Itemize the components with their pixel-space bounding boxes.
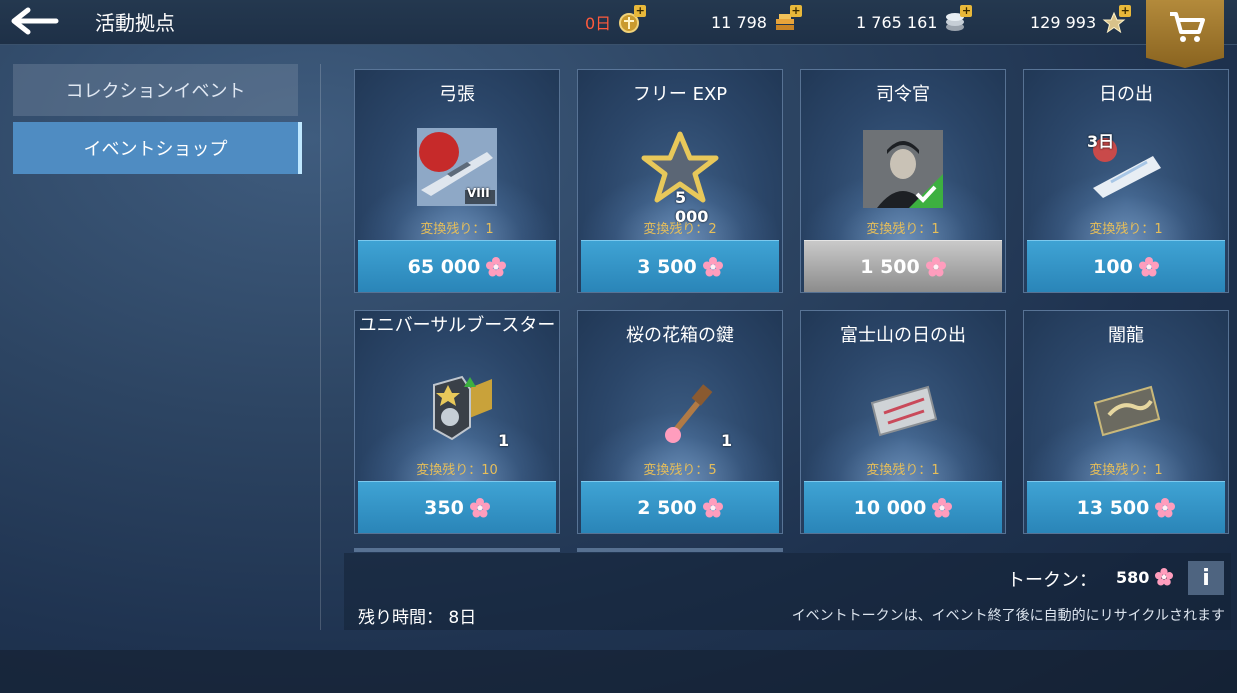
shop-card[interactable]: フリー EXP 5 000 変換残り：2 3 500 — [577, 69, 783, 293]
shop-card[interactable]: 日の出 3日 変換残り：1 100 — [1023, 69, 1229, 293]
price-value: 10 000 — [853, 496, 927, 519]
sakura-token-icon — [469, 497, 490, 517]
card-remaining: 変換残り：5 — [643, 463, 717, 478]
price-value: 13 500 — [1076, 496, 1150, 519]
price-value: 100 — [1093, 255, 1133, 278]
camouflage-icon — [858, 369, 948, 449]
card-remaining: 変換残り：1 — [1089, 222, 1163, 237]
bottom-info-panel: トークン： 580 i 残り時間： 8日 イベントトークンは、イベント終了後に自… — [344, 553, 1231, 630]
page-title: 活動拠点 — [95, 11, 175, 35]
dragon-camo-icon — [1081, 369, 1171, 449]
back-arrow-icon[interactable] — [8, 6, 60, 36]
days-counter[interactable]: 0日 + — [585, 5, 647, 34]
buy-button[interactable]: 350 — [358, 481, 556, 533]
star-icon: 5 000 — [635, 128, 725, 226]
sakura-token-icon — [1138, 256, 1159, 276]
sidebar-item-collection-event[interactable]: コレクションイベント — [13, 64, 298, 116]
free-exp-star-icon: + — [1102, 5, 1132, 34]
silver-counter[interactable]: 1 765 161 + — [856, 5, 973, 34]
shop-card[interactable]: 司令官 変換残り：1 1 500 — [800, 69, 1006, 293]
sakura-token-icon — [925, 256, 946, 276]
card-remaining: 変換残り：1 — [1089, 463, 1163, 478]
card-name: フリー EXP — [632, 84, 728, 105]
buy-button[interactable]: 10 000 — [804, 481, 1002, 533]
next-row-card-edge — [577, 548, 783, 552]
footer-bar — [0, 650, 1237, 693]
shop-card[interactable]: 弓張 VIII 変換残り：1 65 000 — [354, 69, 560, 293]
card-remaining: 変換残り：2 — [643, 222, 717, 237]
divider — [320, 64, 321, 630]
free-exp-value: 129 993 — [1030, 12, 1097, 32]
token-value: 580 — [1116, 568, 1150, 587]
buy-button[interactable]: 2 500 — [581, 481, 779, 533]
shop-card[interactable]: 桜の花箱の鍵 1 変換残り：5 2 500 — [577, 310, 783, 534]
duration-label: 3日 — [1087, 132, 1115, 151]
sakura-token-icon — [702, 256, 723, 276]
card-remaining: 変換残り：1 — [420, 222, 494, 237]
cart-icon — [1170, 12, 1205, 42]
top-bar: 活動拠点 0日 + 11 798 + 1 765 161 + 129 993 + — [0, 0, 1237, 68]
buy-button[interactable]: 13 500 — [1027, 481, 1225, 533]
card-name: 桜の花箱の鍵 — [626, 325, 734, 346]
shop-cart-button[interactable] — [1146, 0, 1224, 68]
price-value: 2 500 — [637, 496, 697, 519]
recycle-note: イベントトークンは、イベント終了後に自動的にリサイクルされます — [791, 608, 1225, 624]
card-remaining: 変換残り：1 — [866, 463, 940, 478]
gold-counter[interactable]: 11 798 + — [711, 5, 802, 34]
buy-button[interactable]: 1 500 — [804, 240, 1002, 292]
price-value: 350 — [424, 496, 464, 519]
card-name: 富士山の日の出 — [840, 325, 966, 346]
price-value: 3 500 — [637, 255, 697, 278]
token-balance: 580 — [1116, 568, 1173, 587]
free-exp-counter[interactable]: 129 993 + — [1030, 5, 1132, 34]
card-name: 弓張 — [439, 84, 475, 105]
sakura-token-icon — [932, 497, 953, 517]
price-value: 65 000 — [407, 255, 481, 278]
next-row-card-edge — [354, 548, 560, 552]
key-icon: 1 — [635, 369, 732, 450]
buy-button[interactable]: 3 500 — [581, 240, 779, 292]
sakura-token-icon — [486, 256, 507, 276]
time-remaining: 残り時間： 8日 — [358, 608, 477, 628]
silver-icon: + — [943, 5, 973, 33]
card-remaining: 変換残り：10 — [416, 463, 498, 478]
shop-card[interactable]: ユニバーサルブースター 1 変換残り：10 350 — [354, 310, 560, 534]
commander-portrait-icon — [863, 130, 943, 208]
booster-icon: 1 — [412, 369, 509, 450]
card-name: 闇龍 — [1108, 325, 1144, 346]
sakura-token-icon — [1154, 568, 1173, 586]
reward-quantity: 1 — [721, 431, 733, 450]
ship-icon: VIII — [417, 128, 497, 206]
gold-bars-icon: + — [773, 5, 802, 33]
price-value: 1 500 — [860, 255, 920, 278]
sakura-token-icon — [1155, 497, 1176, 517]
sidebar-item-event-shop[interactable]: イベントショップ — [13, 122, 302, 174]
sakura-token-icon — [702, 497, 723, 517]
gold-value: 11 798 — [711, 12, 767, 32]
silver-value: 1 765 161 — [856, 12, 938, 32]
flag-icon: 3日 — [1081, 128, 1171, 208]
days-value: 0日 — [585, 14, 612, 33]
buy-button[interactable]: 100 — [1027, 240, 1225, 292]
buy-button[interactable]: 65 000 — [358, 240, 556, 292]
token-label: トークン： — [1007, 570, 1097, 591]
card-name: 日の出 — [1099, 84, 1153, 105]
shop-card[interactable]: 富士山の日の出 変換残り：1 10 000 — [800, 310, 1006, 534]
card-name: 司令官 — [876, 84, 930, 105]
info-button[interactable]: i — [1188, 561, 1224, 595]
ship-tier-badge: VIII — [467, 186, 490, 200]
shop-card[interactable]: 闇龍 変換残り：1 13 500 — [1023, 310, 1229, 534]
reward-quantity: 1 — [498, 431, 510, 450]
premium-account-icon: + — [617, 5, 647, 33]
info-icon: i — [1202, 565, 1210, 591]
card-name: ユニバーサルブースター — [358, 315, 556, 336]
card-remaining: 変換残り：1 — [866, 222, 940, 237]
